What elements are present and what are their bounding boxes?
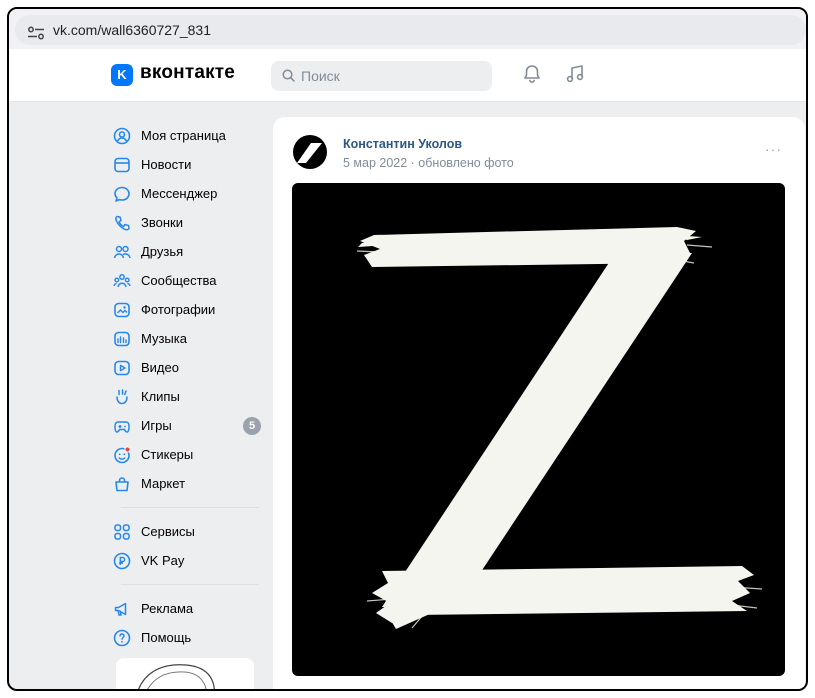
sidebar-item-label: Видео bbox=[141, 360, 179, 375]
author-avatar[interactable] bbox=[293, 135, 327, 169]
vk-logo-icon[interactable]: K bbox=[111, 64, 133, 86]
vk-header: K вконтакте Поиск bbox=[9, 49, 806, 102]
sidebar-promo[interactable] bbox=[116, 658, 254, 689]
sidebar-item-label: Мессенджер bbox=[141, 186, 218, 201]
sidebar-item-clips[interactable]: Клипы bbox=[113, 382, 265, 411]
sidebar-item-label: Звонки bbox=[141, 215, 183, 230]
sidebar-item-services[interactable]: Сервисы bbox=[113, 517, 265, 546]
sidebar-item-news[interactable]: Новости bbox=[113, 150, 265, 179]
post-author[interactable]: Константин Уколов bbox=[343, 137, 462, 151]
search-placeholder: Поиск bbox=[301, 68, 340, 84]
url-field[interactable]: vk.com/wall6360727_831 bbox=[15, 15, 806, 45]
wall-post: Константин Уколов 5 мар 2022 · обновлено… bbox=[273, 117, 805, 689]
sidebar-item-stickers[interactable]: Стикеры bbox=[113, 440, 265, 469]
promo-image bbox=[138, 664, 215, 689]
address-bar: vk.com/wall6360727_831 bbox=[9, 9, 806, 49]
sidebar-item-communities[interactable]: Сообщества bbox=[113, 266, 265, 295]
site-settings-icon[interactable] bbox=[27, 26, 45, 40]
sidebar-item-label: Реклама bbox=[141, 601, 194, 616]
sidebar-item-label: Игры bbox=[141, 418, 172, 433]
post-meta[interactable]: 5 мар 2022 · обновлено фото bbox=[343, 156, 514, 170]
sidebar-item-message[interactable]: Мессенджер bbox=[113, 179, 265, 208]
market-icon bbox=[115, 476, 129, 491]
post-photo[interactable] bbox=[292, 183, 785, 676]
sidebar-item-photos[interactable]: Фотографии bbox=[113, 295, 265, 324]
news-icon bbox=[114, 157, 130, 172]
megaphone-icon bbox=[114, 602, 127, 616]
sidebar-item-phone[interactable]: Звонки bbox=[113, 208, 265, 237]
browser-window: vk.com/wall6360727_831 K вконтакте Поиск… bbox=[7, 7, 808, 691]
message-icon bbox=[114, 186, 130, 202]
sidebar-item-label: Друзья bbox=[141, 244, 184, 259]
sidebar-divider bbox=[121, 507, 259, 508]
sidebar-item-label: Моя страница bbox=[141, 128, 226, 143]
photos-icon bbox=[114, 302, 130, 317]
sidebar-item-label: VK Pay bbox=[141, 553, 185, 568]
video-icon bbox=[114, 360, 130, 375]
user-circle-icon bbox=[113, 127, 131, 144]
clips-icon bbox=[116, 388, 128, 404]
help-icon bbox=[113, 629, 131, 646]
url-text[interactable]: vk.com/wall6360727_831 bbox=[53, 22, 211, 38]
sidebar-item-label: Музыка bbox=[141, 331, 187, 346]
music-note-icon[interactable] bbox=[564, 63, 586, 85]
search-icon bbox=[282, 69, 295, 82]
sidebar-item-music[interactable]: Музыка bbox=[113, 324, 265, 353]
z-letter-image bbox=[356, 227, 763, 629]
vkpay-icon bbox=[113, 552, 131, 569]
sidebar-item-video[interactable]: Видео bbox=[113, 353, 265, 382]
sidebar-item-label: Сервисы bbox=[141, 524, 195, 539]
sidebar-item-market[interactable]: Маркет bbox=[113, 469, 265, 498]
sidebar-item-label: Новости bbox=[141, 157, 192, 172]
communities-icon bbox=[113, 273, 131, 287]
sidebar-item-megaphone[interactable]: Реклама bbox=[113, 594, 265, 623]
phone-icon bbox=[115, 215, 130, 230]
games-count-badge: 5 bbox=[243, 417, 261, 435]
z-avatar-icon bbox=[297, 143, 322, 163]
sidebar-item-label: Сообщества bbox=[141, 273, 217, 288]
games-icon bbox=[114, 420, 130, 433]
search-input[interactable]: Поиск bbox=[271, 61, 492, 91]
post-more-button[interactable]: ··· bbox=[765, 141, 782, 157]
stickers-icon bbox=[114, 445, 131, 463]
sidebar-nav: Моя страница Новости Мессенджер Звонки Друзь… bbox=[113, 121, 265, 652]
sidebar-item-help[interactable]: Помощь bbox=[113, 623, 265, 652]
sidebar-item-games[interactable]: Игры 5 bbox=[113, 411, 265, 440]
sidebar-item-label: Клипы bbox=[141, 389, 180, 404]
services-icon bbox=[114, 523, 130, 540]
friends-icon bbox=[113, 245, 131, 258]
sidebar-item-user-circle[interactable]: Моя страница bbox=[113, 121, 265, 150]
sidebar-item-vkpay[interactable]: VK Pay bbox=[113, 546, 265, 575]
sidebar-item-label: Фотографии bbox=[141, 302, 216, 317]
sidebar-item-label: Маркет bbox=[141, 476, 186, 491]
bell-icon[interactable] bbox=[521, 63, 543, 85]
sidebar-item-friends[interactable]: Друзья bbox=[113, 237, 265, 266]
sidebar-item-label: Помощь bbox=[141, 630, 192, 645]
vk-logo-text[interactable]: вконтакте bbox=[140, 62, 235, 84]
sidebar-divider bbox=[121, 584, 259, 585]
sidebar-item-label: Стикеры bbox=[141, 447, 194, 462]
music-icon bbox=[114, 331, 130, 346]
